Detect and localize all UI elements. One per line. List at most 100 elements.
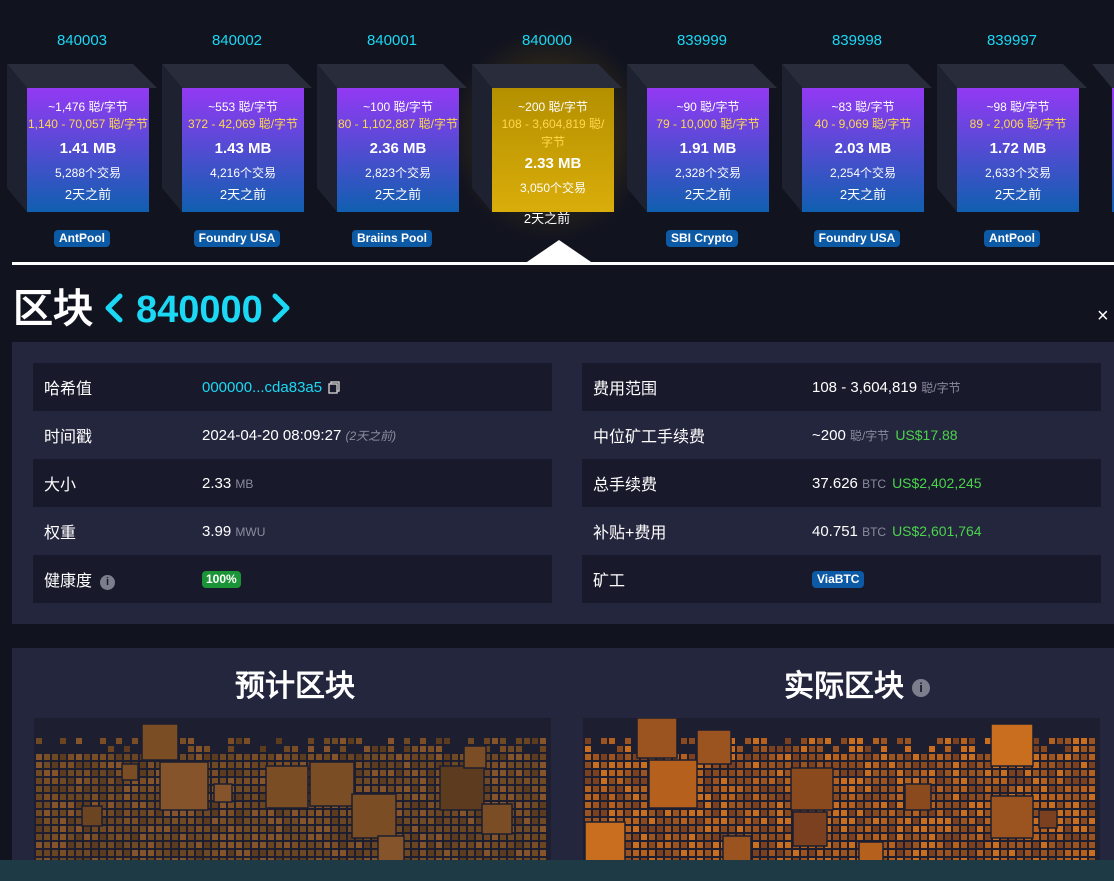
tx-square[interactable] [969, 762, 975, 768]
tx-square[interactable] [84, 778, 90, 784]
tx-square[interactable] [689, 810, 695, 816]
tx-square[interactable] [220, 762, 226, 768]
tx-square[interactable] [276, 842, 282, 848]
tx-square[interactable] [36, 762, 42, 768]
tx-square[interactable] [833, 834, 839, 840]
tx-square[interactable] [252, 826, 258, 832]
tx-square[interactable] [1017, 850, 1023, 856]
tx-square[interactable] [761, 818, 767, 824]
tx-square[interactable] [268, 754, 274, 760]
tx-square[interactable] [404, 794, 410, 800]
tx-square[interactable] [873, 810, 879, 816]
tx-square[interactable] [1057, 754, 1063, 760]
tx-square[interactable] [52, 802, 58, 808]
tx-square[interactable] [641, 850, 647, 856]
tx-square[interactable] [52, 786, 58, 792]
tx-square[interactable] [356, 850, 362, 856]
tx-square[interactable] [420, 826, 426, 832]
tx-square[interactable] [961, 738, 967, 744]
tx-square[interactable] [761, 802, 767, 808]
tx-square[interactable] [761, 738, 767, 744]
tx-square[interactable] [897, 802, 903, 808]
tx-square[interactable] [953, 794, 959, 800]
tx-square[interactable] [140, 818, 146, 824]
tx-square[interactable] [665, 850, 671, 856]
tx-square[interactable] [92, 842, 98, 848]
tx-square[interactable] [769, 786, 775, 792]
tx-square[interactable] [769, 826, 775, 832]
tx-square[interactable] [124, 818, 130, 824]
tx-square[interactable] [540, 770, 546, 776]
tx-square[interactable] [945, 834, 951, 840]
tx-square[interactable] [881, 818, 887, 824]
tx-square-large[interactable] [696, 729, 732, 765]
tx-square[interactable] [585, 762, 591, 768]
tx-square[interactable] [817, 738, 823, 744]
tx-square[interactable] [284, 746, 290, 752]
tx-square[interactable] [897, 794, 903, 800]
tx-square[interactable] [1033, 778, 1039, 784]
tx-square[interactable] [332, 850, 338, 856]
tx-square[interactable] [953, 802, 959, 808]
tx-square[interactable] [380, 770, 386, 776]
tx-square[interactable] [977, 786, 983, 792]
tx-square[interactable] [705, 786, 711, 792]
tx-square[interactable] [412, 826, 418, 832]
tx-square[interactable] [484, 738, 490, 744]
tx-square[interactable] [468, 738, 474, 744]
tx-square[interactable] [641, 770, 647, 776]
tx-square[interactable] [905, 738, 911, 744]
tx-square[interactable] [1017, 770, 1023, 776]
tx-square[interactable] [585, 794, 591, 800]
tx-square[interactable] [841, 778, 847, 784]
tx-square[interactable] [969, 754, 975, 760]
tx-square[interactable] [492, 842, 498, 848]
tx-square[interactable] [52, 850, 58, 856]
tx-square[interactable] [260, 818, 266, 824]
tx-square[interactable] [841, 762, 847, 768]
tx-square[interactable] [825, 762, 831, 768]
tx-square[interactable] [961, 834, 967, 840]
tx-square[interactable] [116, 810, 122, 816]
tx-square[interactable] [713, 810, 719, 816]
tx-square[interactable] [841, 770, 847, 776]
tx-square[interactable] [308, 754, 314, 760]
tx-square[interactable] [244, 778, 250, 784]
tx-square[interactable] [116, 802, 122, 808]
tx-square[interactable] [769, 770, 775, 776]
tx-square[interactable] [172, 818, 178, 824]
tx-square[interactable] [609, 802, 615, 808]
tx-square[interactable] [508, 834, 514, 840]
actual-block-treemap[interactable] [583, 718, 1100, 868]
tx-square[interactable] [532, 826, 538, 832]
tx-square[interactable] [252, 842, 258, 848]
tx-square[interactable] [953, 818, 959, 824]
tx-square[interactable] [44, 778, 50, 784]
tx-square[interactable] [601, 762, 607, 768]
tx-square[interactable] [404, 834, 410, 840]
tx-square[interactable] [713, 818, 719, 824]
tx-square[interactable] [444, 834, 450, 840]
tx-square[interactable] [1001, 786, 1007, 792]
tx-square[interactable] [785, 850, 791, 856]
tx-square[interactable] [1065, 778, 1071, 784]
tx-square[interactable] [100, 778, 106, 784]
copy-icon[interactable] [328, 380, 340, 394]
tx-square[interactable] [92, 826, 98, 832]
block-hash-link[interactable]: 000000...cda83a5 [202, 379, 322, 396]
tx-square[interactable] [308, 850, 314, 856]
tx-square[interactable] [468, 850, 474, 856]
tx-square[interactable] [396, 802, 402, 808]
tx-square[interactable] [1025, 786, 1031, 792]
tx-square[interactable] [44, 762, 50, 768]
tx-square[interactable] [540, 834, 546, 840]
tx-square[interactable] [649, 850, 655, 856]
tx-square[interactable] [196, 834, 202, 840]
tx-square[interactable] [1001, 850, 1007, 856]
tx-square[interactable] [44, 834, 50, 840]
tx-square[interactable] [148, 818, 154, 824]
tx-square[interactable] [412, 802, 418, 808]
tx-square[interactable] [68, 770, 74, 776]
tx-square[interactable] [92, 778, 98, 784]
tx-square[interactable] [985, 826, 991, 832]
